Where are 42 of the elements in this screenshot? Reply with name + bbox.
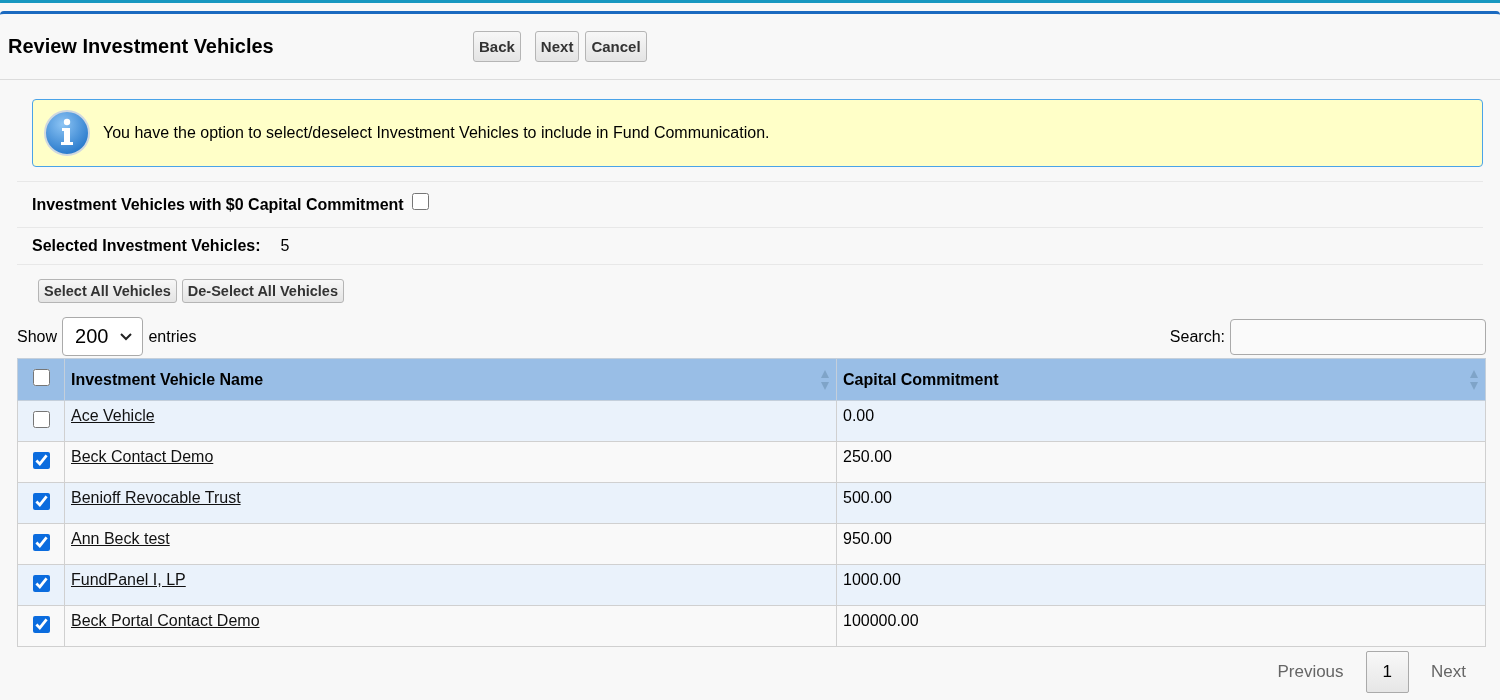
entries-label: entries xyxy=(148,327,197,346)
vehicle-link[interactable]: Ace Vehicle xyxy=(71,407,155,424)
vehicle-link[interactable]: Ann Beck test xyxy=(71,530,170,547)
vehicle-link[interactable]: FundPanel I, LP xyxy=(71,571,186,588)
row-checkbox[interactable] xyxy=(32,451,50,469)
row-checkbox[interactable] xyxy=(32,533,50,551)
vehicle-link[interactable]: Beck Portal Contact Demo xyxy=(71,612,260,629)
row-checkbox[interactable] xyxy=(32,410,50,428)
table-cell: 1000.00 xyxy=(836,564,1486,606)
show-label: Show xyxy=(17,327,58,346)
page-number-button[interactable]: 1 xyxy=(1365,651,1410,693)
table-cell: 950.00 xyxy=(836,523,1486,565)
header-button[interactable]: Cancel xyxy=(585,31,647,62)
sort-icon xyxy=(820,368,830,391)
vehicle-link[interactable]: Benioff Revocable Trust xyxy=(71,489,241,506)
row-checkbox[interactable] xyxy=(32,492,50,510)
sort-icon xyxy=(1469,368,1479,391)
page-title: Review Investment Vehicles xyxy=(8,35,275,58)
info-icon xyxy=(43,109,91,157)
selected-count-label: Selected Investment Vehicles: xyxy=(32,237,261,255)
header-button[interactable]: Back xyxy=(473,31,521,62)
header-button[interactable]: Next xyxy=(534,31,580,62)
column-header[interactable]: Investment Vehicle Name xyxy=(64,358,837,401)
search-label: Search: xyxy=(1169,327,1225,346)
vehicle-link[interactable]: Beck Contact Demo xyxy=(71,448,214,465)
table-cell: 100000.00 xyxy=(836,605,1486,647)
row-checkbox[interactable] xyxy=(32,574,50,592)
search-field[interactable] xyxy=(1230,318,1486,355)
selected-count-value: 5 xyxy=(280,237,290,255)
zero-commitment-label: Investment Vehicles with $0 Capital Commitment xyxy=(32,195,404,214)
column-header[interactable]: Capital Commitment xyxy=(836,358,1486,401)
table-cell: 500.00 xyxy=(836,482,1486,524)
select-all-checkbox[interactable] xyxy=(32,369,50,386)
info-text: You have the option to select/deselect Investment Vehicles to include in Fund Communication. xyxy=(103,124,770,142)
bulk-select-button[interactable]: Select All Vehicles xyxy=(38,279,177,303)
table-cell: 0.00 xyxy=(836,400,1486,442)
table-cell: 250.00 xyxy=(836,441,1486,483)
entries-select[interactable]: 200 xyxy=(62,317,144,356)
zero-commitment-checkbox[interactable] xyxy=(411,193,429,210)
chevron-down-icon xyxy=(120,332,133,341)
bulk-select-button[interactable]: De-Select All Vehicles xyxy=(181,279,344,303)
row-checkbox[interactable] xyxy=(32,615,50,633)
